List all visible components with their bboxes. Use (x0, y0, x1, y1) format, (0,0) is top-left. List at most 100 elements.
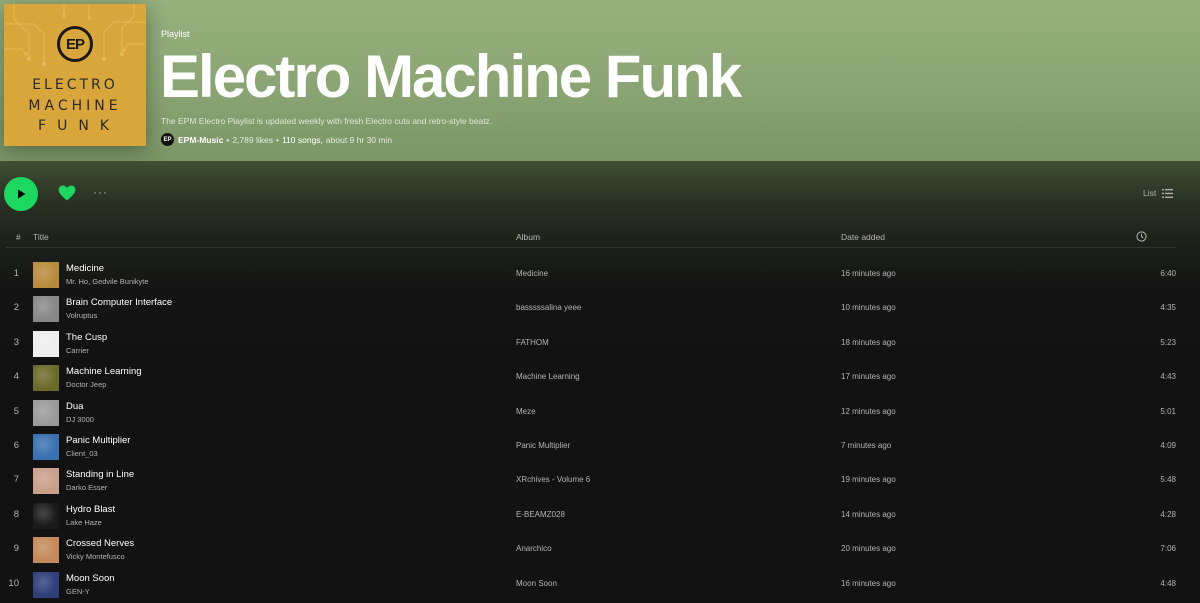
track-album[interactable]: Anarchico (516, 544, 552, 553)
track-row[interactable]: 6 Panic Multiplier Client_03 Panic Multipli… (0, 430, 1200, 464)
track-title[interactable]: Moon Soon (66, 573, 115, 584)
track-artist[interactable]: Vicky Montefusco (66, 552, 125, 561)
like-button[interactable] (57, 183, 77, 203)
track-title[interactable]: Standing in Line (66, 469, 134, 480)
track-artist[interactable]: Lake Haze (66, 518, 102, 527)
track-number: 9 (13, 543, 19, 555)
header-divider (6, 247, 1176, 248)
track-duration: 4:09 (1160, 441, 1176, 450)
track-album[interactable]: Panic Multiplier (516, 441, 570, 450)
total-duration: about 9 hr 30 min (325, 134, 393, 145)
track-title[interactable]: Panic Multiplier (66, 435, 130, 446)
track-artist[interactable]: Volruptus (66, 311, 97, 320)
track-date-added: 18 minutes ago (841, 337, 896, 347)
track-title[interactable]: Medicine (66, 263, 104, 274)
track-duration: 5:23 (1160, 337, 1176, 347)
cover-text-line2: MACHINE (28, 98, 122, 114)
track-row[interactable]: 7 Standing in Line Darko Esser XRchives - V… (0, 464, 1200, 498)
track-number: 5 (13, 405, 19, 417)
track-title[interactable]: Hydro Blast (66, 504, 115, 515)
column-header-duration[interactable] (1136, 231, 1147, 244)
track-album[interactable]: Moon Soon (516, 579, 557, 588)
track-album[interactable]: basssssalina yeee (516, 303, 581, 312)
heart-icon (58, 185, 76, 201)
track-title[interactable]: Dua (66, 401, 83, 412)
track-duration: 6:40 (1160, 269, 1176, 278)
track-duration: 4:43 (1160, 372, 1176, 382)
list-icon (1162, 188, 1174, 198)
track-artist[interactable]: Doctor Jeep (66, 380, 106, 389)
track-date-added: 17 minutes ago (841, 372, 896, 382)
track-album[interactable]: E-BEAMZ028 (516, 510, 565, 519)
cover-text-line3: FUNK (38, 118, 120, 134)
track-number: 6 (13, 440, 19, 451)
track-artist[interactable]: DJ 3000 (66, 415, 94, 424)
cover-logo: EP (57, 26, 93, 62)
track-row[interactable]: 10 Moon Soon GEN-Y Moon Soon 16 minutes ago 4… (0, 568, 1200, 602)
track-cover-thumbnail (33, 399, 59, 426)
more-options-button[interactable]: ··· (93, 185, 111, 199)
track-cover-thumbnail (33, 296, 59, 323)
track-date-added: 16 minutes ago (841, 269, 896, 278)
track-row[interactable]: 9 Crossed Nerves Vicky Montefusco Anarchico… (0, 533, 1200, 567)
track-row[interactable]: 4 Machine Learning Doctor Jeep Machine Lear… (0, 361, 1200, 395)
track-date-added: 12 minutes ago (841, 406, 896, 416)
likes-count: 2,789 likes (232, 134, 273, 145)
track-number: 1 (13, 268, 19, 279)
track-album[interactable]: Machine Learning (516, 372, 580, 381)
owner-avatar[interactable]: EP (161, 133, 174, 146)
track-album[interactable]: FATHOM (516, 338, 549, 347)
track-number: 4 (13, 371, 19, 383)
track-row[interactable]: 1 Medicine Mr. Ho, Gedvile Bunikyte Medicin… (0, 258, 1200, 292)
track-cover-thumbnail (33, 434, 59, 460)
track-duration: 4:48 (1160, 578, 1176, 588)
column-header-title[interactable]: Title (33, 232, 49, 242)
owner-link[interactable]: EPM-Music (178, 135, 223, 145)
track-row[interactable]: 2 Brain Computer Interface Volruptus bassss… (0, 292, 1200, 326)
track-artist[interactable]: Mr. Ho, Gedvile Bunikyte (66, 277, 149, 286)
cover-text-line1: ELECTRO (32, 77, 118, 93)
track-date-added: 20 minutes ago (841, 544, 896, 554)
track-title[interactable]: Machine Learning (66, 366, 142, 377)
playlist-header: EP ELECTRO MACHINE FUNK Playlist Electro… (0, 0, 1200, 161)
track-artist[interactable]: Client_03 (66, 449, 98, 458)
songs-count: 110 songs, (281, 134, 323, 145)
track-duration: 7:06 (1160, 544, 1176, 554)
track-title[interactable]: Brain Computer Interface (66, 297, 172, 308)
track-album[interactable]: Medicine (516, 269, 548, 278)
track-album[interactable]: Meze (516, 407, 536, 416)
track-title[interactable]: The Cusp (66, 332, 107, 343)
track-duration: 4:28 (1160, 509, 1176, 519)
track-row[interactable]: 8 Hydro Blast Lake Haze E-BEAMZ028 14 minute… (0, 499, 1200, 533)
view-toggle-label: List (1143, 188, 1157, 198)
column-header-number: # (16, 232, 21, 242)
track-album[interactable]: XRchives - Volume 6 (516, 475, 590, 484)
track-cover-thumbnail (33, 330, 59, 357)
track-date-added: 19 minutes ago (841, 475, 896, 485)
track-row[interactable]: 3 The Cusp Carrier FATHOM 18 minutes ago 5:23 (0, 327, 1200, 361)
track-date-added: 10 minutes ago (841, 303, 896, 313)
playlist-meta: EP EPM-Music • 2,789 likes • 110 songs, … (161, 133, 392, 146)
track-artist[interactable]: GEN-Y (66, 587, 90, 596)
track-cover-thumbnail (33, 262, 59, 288)
column-header-album[interactable]: Album (516, 232, 540, 242)
column-header-date-added[interactable]: Date added (841, 232, 885, 242)
track-artist[interactable]: Carrier (66, 346, 89, 355)
track-date-added: 16 minutes ago (841, 578, 896, 588)
track-number: 2 (13, 302, 19, 314)
track-duration: 5:48 (1160, 475, 1176, 485)
track-date-added: 14 minutes ago (841, 509, 896, 519)
view-toggle[interactable]: List (1143, 188, 1174, 198)
track-title[interactable]: Crossed Nerves (66, 538, 134, 549)
meta-separator: • (275, 134, 279, 145)
track-number: 8 (13, 508, 19, 520)
play-button[interactable] (4, 177, 38, 211)
meta-separator: • (226, 134, 230, 145)
track-duration: 5:01 (1160, 406, 1176, 416)
track-artist[interactable]: Darko Esser (66, 483, 107, 492)
playlist-description: The EPM Electro Playlist is updated week… (161, 116, 493, 126)
track-cover-thumbnail (33, 365, 59, 392)
track-row[interactable]: 5 Dua DJ 3000 Meze 12 minutes ago 5:01 (0, 396, 1200, 430)
track-cover-thumbnail (33, 468, 59, 495)
playlist-cover[interactable]: EP ELECTRO MACHINE FUNK (4, 4, 146, 146)
